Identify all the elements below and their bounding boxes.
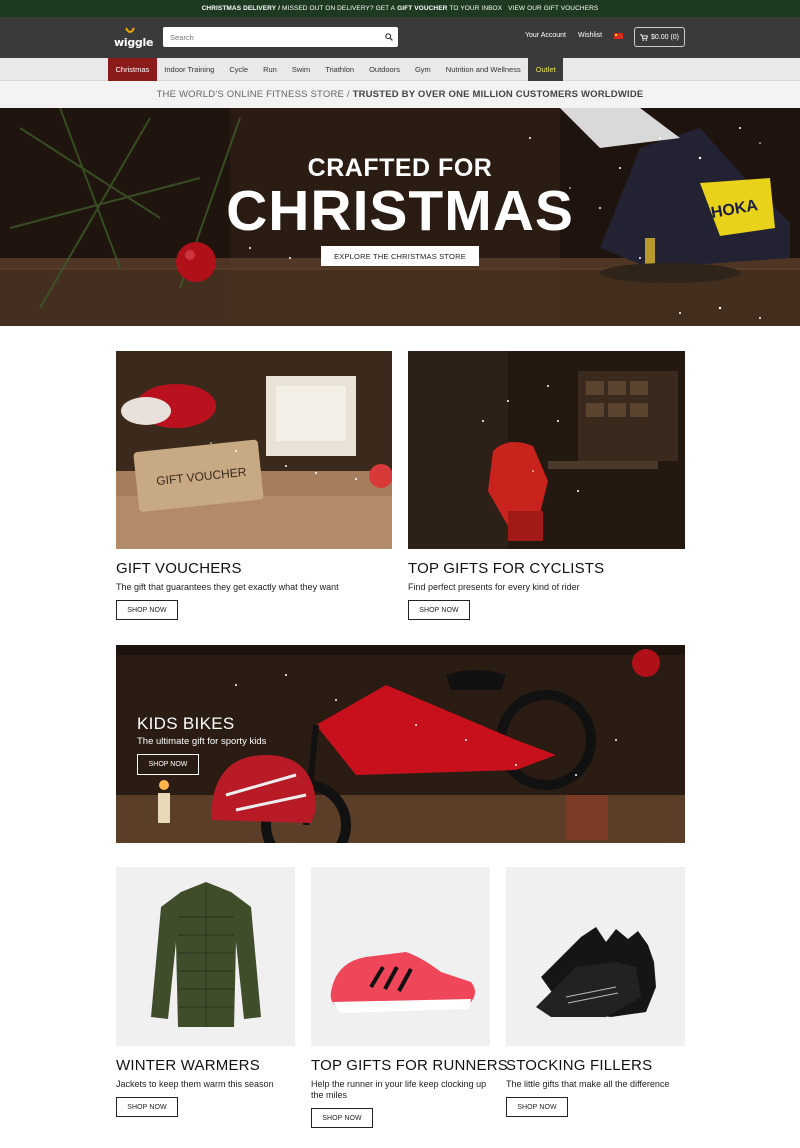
promo-missed-text: MISSED OUT ON DELIVERY? GET A xyxy=(282,5,396,12)
runners-gifts-image[interactable] xyxy=(311,867,490,1046)
nav-outdoors[interactable]: Outdoors xyxy=(362,58,408,81)
stocking-fillers-image[interactable] xyxy=(506,867,685,1046)
search-icon[interactable] xyxy=(380,28,398,46)
hero-banner[interactable]: HOKA CRAFTED FOR CHRISTMAS EXPLORE THE C… xyxy=(0,108,800,326)
nav-swim[interactable]: Swim xyxy=(284,58,317,81)
wiggle-logo[interactable]: wiggle xyxy=(114,27,153,49)
country-flag-icon[interactable] xyxy=(614,33,623,39)
explore-christmas-button[interactable]: EXPLORE THE CHRISTMAS STORE xyxy=(321,246,479,266)
kids-bikes-subtitle: The ultimate gift for sporty kids xyxy=(137,736,267,747)
nav-indoor-training[interactable]: Indoor Training xyxy=(157,58,222,81)
promo-delivery: CHRISTMAS DELIVERY xyxy=(201,5,277,12)
winter-warmers-title: WINTER WARMERS xyxy=(116,1057,260,1074)
cart-total: $0.00 (0) xyxy=(650,33,680,41)
nav-run[interactable]: Run xyxy=(256,58,285,81)
trust-right: TRUSTED BY OVER ONE MILLION CUSTOMERS WO… xyxy=(352,89,644,100)
cart-icon xyxy=(640,33,648,41)
runners-gifts-shop-button[interactable]: SHOP NOW xyxy=(311,1108,373,1128)
nav-christmas[interactable]: Christmas xyxy=(108,58,157,81)
wishlist-link[interactable]: Wishlist xyxy=(578,32,602,39)
promo-inbox-text: TO YOUR INBOX xyxy=(449,5,503,12)
cyclists-gifts-subtitle: Find perfect presents for every kind of … xyxy=(408,582,580,592)
stocking-fillers-title: STOCKING FILLERS xyxy=(506,1057,653,1074)
winter-warmers-subtitle: Jackets to keep them warm this season xyxy=(116,1079,274,1089)
runners-gifts-subtitle: Help the runner in your life keep clocki… xyxy=(311,1079,487,1100)
cyclists-gifts-image[interactable] xyxy=(408,351,685,549)
cart-button[interactable]: $0.00 (0) xyxy=(634,27,685,47)
trust-bar: THE WORLD'S ONLINE FITNESS STORE / TRUST… xyxy=(0,81,800,108)
winter-warmers-image[interactable] xyxy=(116,867,295,1046)
nav-outlet[interactable]: Outlet xyxy=(528,58,564,81)
search-input[interactable] xyxy=(163,28,380,46)
nav-triathlon[interactable]: Triathlon xyxy=(318,58,362,81)
kids-bikes-title: KIDS BIKES xyxy=(137,714,235,733)
nav-cycle[interactable]: Cycle xyxy=(222,58,256,81)
logo-text: wiggle xyxy=(114,36,154,49)
cyclists-gifts-shop-button[interactable]: SHOP NOW xyxy=(408,600,470,620)
gift-vouchers-subtitle: The gift that guarantees they get exactl… xyxy=(116,582,339,592)
stocking-fillers-subtitle: The little gifts that make all the diffe… xyxy=(506,1079,670,1089)
promo-separator: / xyxy=(278,5,281,12)
logo-mark-icon xyxy=(125,27,135,33)
kids-bikes-shop-button[interactable]: SHOP NOW xyxy=(137,754,199,775)
winter-warmers-shop-button[interactable]: SHOP NOW xyxy=(116,1097,178,1117)
promo-gift-voucher: GIFT VOUCHER xyxy=(397,5,448,12)
your-account-link[interactable]: Your Account xyxy=(525,32,566,39)
gift-vouchers-image[interactable]: GIFT VOUCHER xyxy=(116,351,392,549)
runners-gifts-title: TOP GIFTS FOR RUNNERS xyxy=(311,1057,508,1074)
site-header: wiggle Your Account Wishlist $0.00 (0) xyxy=(0,17,800,58)
promo-bar: CHRISTMAS DELIVERY / MISSED OUT ON DELIV… xyxy=(0,0,800,17)
nav-nutrition[interactable]: Nutrition and Wellness xyxy=(438,58,528,81)
trust-left: THE WORLD'S ONLINE FITNESS STORE / xyxy=(156,89,350,100)
gift-vouchers-title: GIFT VOUCHERS xyxy=(116,560,242,577)
search-box xyxy=(163,27,398,47)
view-vouchers-link[interactable]: VIEW OUR GIFT VOUCHERS xyxy=(508,5,598,12)
stocking-fillers-shop-button[interactable]: SHOP NOW xyxy=(506,1097,568,1117)
cyclists-gifts-title: TOP GIFTS FOR CYCLISTS xyxy=(408,560,605,577)
gift-vouchers-shop-button[interactable]: SHOP NOW xyxy=(116,600,178,620)
main-nav: Christmas Indoor Training Cycle Run Swim… xyxy=(0,58,800,81)
hero-title-line2: CHRISTMAS xyxy=(226,179,574,243)
nav-gym[interactable]: Gym xyxy=(407,58,438,81)
